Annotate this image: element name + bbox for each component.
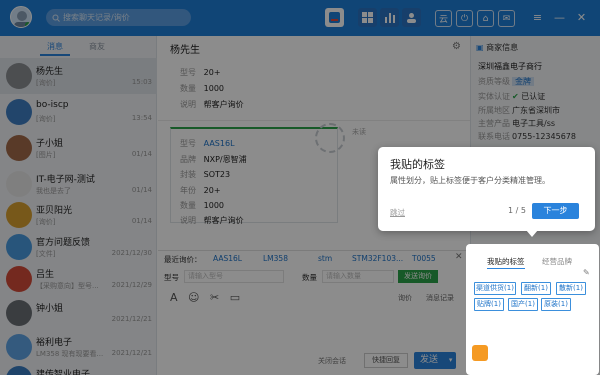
tab-my-tags[interactable]: 我贴的标签 [487,256,525,267]
tab-underline [487,268,525,269]
tag-chip[interactable]: 翻新(1) [521,282,551,295]
next-step-button[interactable]: 下一步 [532,203,579,219]
guide-description: 属性划分，贴上标签便于客户分类精准管理。 [390,176,550,185]
guide-page-indicator: 1 / 5 [508,206,526,215]
guide-title: 我贴的标签 [390,158,445,171]
skip-link[interactable]: 跳过 [390,207,405,218]
tag-chip[interactable]: 国产(1) [508,298,538,311]
edit-icon[interactable]: ✎ [583,268,590,277]
tag-chip[interactable]: 贴牌(1) [474,298,504,311]
tooltip-arrow [526,230,538,237]
tag-chip[interactable]: 散新(1) [556,282,586,295]
tag-chip[interactable]: 原装(1) [541,298,571,311]
tag-chip[interactable]: 渠道供货(1) [474,282,516,295]
tab-brands[interactable]: 经营品牌 [542,256,572,267]
layers-icon[interactable] [472,345,488,361]
